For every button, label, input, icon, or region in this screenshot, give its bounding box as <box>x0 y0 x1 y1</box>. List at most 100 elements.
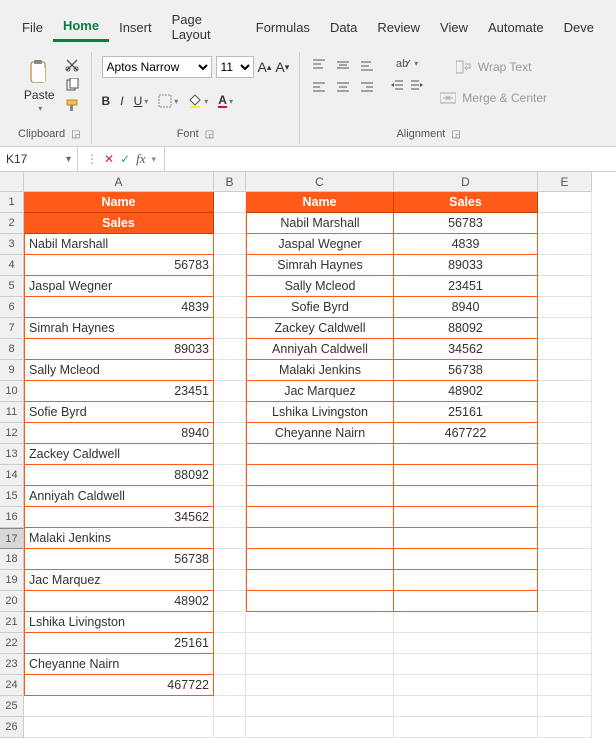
cell-A25[interactable] <box>24 696 214 717</box>
cell-A13[interactable]: Zackey Caldwell <box>24 444 214 465</box>
cell-B9[interactable] <box>214 360 246 381</box>
cell-B8[interactable] <box>214 339 246 360</box>
cell-A26[interactable] <box>24 717 214 738</box>
row-header-16[interactable]: 16 <box>0 507 24 528</box>
cell-C24[interactable] <box>246 675 394 696</box>
cell-B12[interactable] <box>214 423 246 444</box>
wrap-text-button[interactable]: Wrap Text <box>440 56 547 77</box>
row-header-25[interactable]: 25 <box>0 696 24 717</box>
cell-D7[interactable]: 88092 <box>394 318 538 339</box>
cell-D13[interactable] <box>394 444 538 465</box>
cell-E10[interactable] <box>538 381 592 402</box>
cell-A11[interactable]: Sofie Byrd <box>24 402 214 423</box>
row-header-1[interactable]: 1 <box>0 192 24 213</box>
cell-D5[interactable]: 23451 <box>394 276 538 297</box>
cell-C20[interactable] <box>246 591 394 612</box>
cell-E7[interactable] <box>538 318 592 339</box>
cell-A2[interactable]: Sales <box>24 213 214 234</box>
cell-D8[interactable]: 34562 <box>394 339 538 360</box>
cell-E26[interactable] <box>538 717 592 738</box>
cell-A23[interactable]: Cheyanne Nairn <box>24 654 214 675</box>
cell-E16[interactable] <box>538 507 592 528</box>
cell-B24[interactable] <box>214 675 246 696</box>
cell-E3[interactable] <box>538 234 592 255</box>
cell-E20[interactable] <box>538 591 592 612</box>
cell-B13[interactable] <box>214 444 246 465</box>
fill-color-button[interactable]: ▾ <box>188 94 208 108</box>
cell-D21[interactable] <box>394 612 538 633</box>
tab-insert[interactable]: Insert <box>109 16 162 41</box>
cell-A12[interactable]: 8940 <box>24 423 214 444</box>
worksheet[interactable]: ABCDE 1NameNameSales2SalesNabil Marshall… <box>0 172 616 738</box>
cell-D18[interactable] <box>394 549 538 570</box>
cell-A21[interactable]: Lshika Livingston <box>24 612 214 633</box>
cell-A24[interactable]: 467722 <box>24 675 214 696</box>
row-header-8[interactable]: 8 <box>0 339 24 360</box>
cell-C14[interactable] <box>246 465 394 486</box>
cell-C5[interactable]: Sally Mcleod <box>246 276 394 297</box>
row-header-13[interactable]: 13 <box>0 444 24 465</box>
cell-A17[interactable]: Malaki Jenkins <box>24 528 214 549</box>
row-header-21[interactable]: 21 <box>0 612 24 633</box>
cell-C16[interactable] <box>246 507 394 528</box>
font-size-select[interactable]: 11 <box>216 56 254 78</box>
cell-E24[interactable] <box>538 675 592 696</box>
cell-C1[interactable]: Name <box>246 192 394 213</box>
align-bottom-button[interactable] <box>358 56 376 74</box>
cell-A9[interactable]: Sally Mcleod <box>24 360 214 381</box>
cell-E23[interactable] <box>538 654 592 675</box>
cell-C4[interactable]: Simrah Haynes <box>246 255 394 276</box>
fx-label[interactable]: fx <box>136 151 145 167</box>
cell-E21[interactable] <box>538 612 592 633</box>
row-header-26[interactable]: 26 <box>0 717 24 738</box>
cell-E15[interactable] <box>538 486 592 507</box>
cell-D15[interactable] <box>394 486 538 507</box>
tab-deve[interactable]: Deve <box>554 16 604 41</box>
row-header-6[interactable]: 6 <box>0 297 24 318</box>
cell-E17[interactable] <box>538 528 592 549</box>
cell-D1[interactable]: Sales <box>394 192 538 213</box>
cell-B15[interactable] <box>214 486 246 507</box>
font-color-button[interactable]: A▾ <box>218 94 233 108</box>
decrease-indent-button[interactable] <box>390 78 404 92</box>
cell-C17[interactable] <box>246 528 394 549</box>
row-header-24[interactable]: 24 <box>0 675 24 696</box>
cell-B10[interactable] <box>214 381 246 402</box>
tab-page-layout[interactable]: Page Layout <box>162 8 246 48</box>
row-header-11[interactable]: 11 <box>0 402 24 423</box>
col-header-B[interactable]: B <box>214 172 246 192</box>
cell-E19[interactable] <box>538 570 592 591</box>
row-header-3[interactable]: 3 <box>0 234 24 255</box>
cell-C26[interactable] <box>246 717 394 738</box>
cell-B2[interactable] <box>214 213 246 234</box>
cell-E2[interactable] <box>538 213 592 234</box>
cell-C19[interactable] <box>246 570 394 591</box>
cell-D16[interactable] <box>394 507 538 528</box>
alignment-launcher[interactable]: ◲ <box>451 129 460 140</box>
cell-D22[interactable] <box>394 633 538 654</box>
tab-formulas[interactable]: Formulas <box>246 16 320 41</box>
row-header-19[interactable]: 19 <box>0 570 24 591</box>
cell-D11[interactable]: 25161 <box>394 402 538 423</box>
cell-D9[interactable]: 56738 <box>394 360 538 381</box>
cell-D10[interactable]: 48902 <box>394 381 538 402</box>
align-right-button[interactable] <box>358 78 376 96</box>
cell-B26[interactable] <box>214 717 246 738</box>
cell-D25[interactable] <box>394 696 538 717</box>
cell-D14[interactable] <box>394 465 538 486</box>
orientation-button[interactable]: ab▾ <box>390 56 424 70</box>
cell-B19[interactable] <box>214 570 246 591</box>
cell-B7[interactable] <box>214 318 246 339</box>
formula-input[interactable] <box>165 147 616 171</box>
cell-E5[interactable] <box>538 276 592 297</box>
row-header-2[interactable]: 2 <box>0 213 24 234</box>
row-header-17[interactable]: 17 <box>0 528 24 549</box>
row-header-10[interactable]: 10 <box>0 381 24 402</box>
cell-D6[interactable]: 8940 <box>394 297 538 318</box>
cell-C23[interactable] <box>246 654 394 675</box>
name-box[interactable]: K17 ▾ <box>0 147 78 171</box>
select-all-corner[interactable] <box>0 172 24 192</box>
cell-B21[interactable] <box>214 612 246 633</box>
bold-button[interactable]: B <box>102 94 111 108</box>
cell-B6[interactable] <box>214 297 246 318</box>
